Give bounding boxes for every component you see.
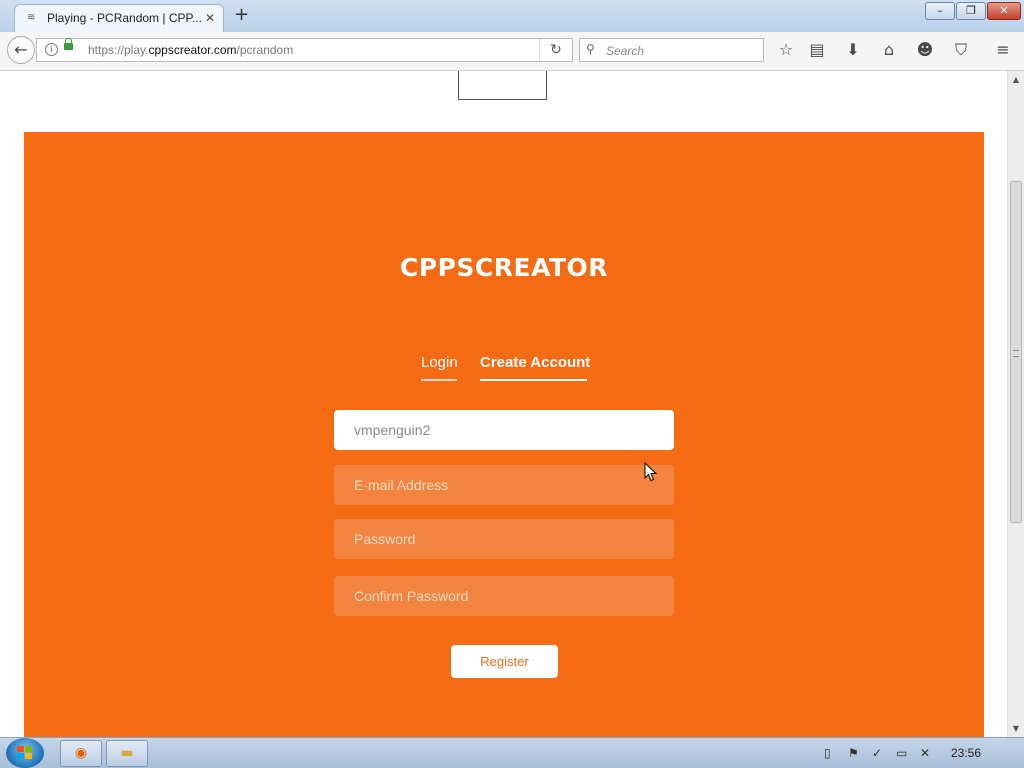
password-field[interactable] — [334, 519, 674, 559]
flag-icon[interactable]: ⚑ — [848, 746, 859, 760]
hamburger-menu-icon[interactable]: ≡ — [993, 40, 1013, 60]
top-placeholder-box — [458, 71, 547, 100]
search-bar[interactable]: ⚲ — [579, 38, 764, 62]
register-button[interactable]: Register — [451, 645, 558, 678]
network-icon[interactable]: ✓ — [872, 746, 882, 760]
minimize-icon: – — [937, 4, 943, 17]
start-button[interactable] — [6, 738, 44, 768]
address-bar[interactable]: i https://play.cppscreator.com/pcrandom … — [36, 38, 573, 62]
volume-muted-icon[interactable]: ✕ — [920, 746, 930, 760]
tab-login[interactable]: Login — [421, 354, 458, 381]
scrollbar-grip-icon — [1013, 350, 1019, 357]
tab-close-icon[interactable]: ✕ — [205, 11, 215, 25]
close-window-button[interactable]: ✕ — [987, 2, 1021, 20]
smiley-icon[interactable]: ☻ — [915, 40, 935, 60]
download-icon[interactable]: ⬇ — [843, 40, 863, 60]
scroll-down-arrow-icon[interactable]: ▼ — [1008, 720, 1024, 737]
brand-title: CPPSCREATOR — [399, 253, 609, 282]
search-input[interactable] — [604, 41, 758, 61]
page-content: CPPSCREATOR Login Create Account Registe… — [0, 71, 1007, 737]
maximize-icon: ❐ — [966, 4, 976, 17]
tab-create-account[interactable]: Create Account — [480, 354, 590, 381]
tab-title: Playing - PCRandom | CPP... — [47, 11, 202, 25]
taskbar-explorer[interactable]: ▬ — [106, 740, 148, 767]
star-icon[interactable]: ☆ — [776, 40, 796, 60]
minimize-button[interactable]: – — [925, 2, 955, 20]
scrollbar-thumb[interactable] — [1010, 181, 1022, 523]
taskbar: ◉ ▬ ▯ ⚑ ✓ ▭ ✕ 23:56 — [0, 737, 1024, 768]
pocket-icon[interactable]: ⛉ — [951, 40, 971, 60]
url-text[interactable]: https://play.cppscreator.com/pcrandom — [88, 43, 293, 57]
close-icon: ✕ — [999, 4, 1009, 17]
new-tab-button[interactable]: + — [234, 5, 249, 25]
url-domain: cppscreator.com — [148, 43, 237, 57]
system-clock[interactable]: 23:56 — [951, 746, 981, 760]
windows-logo-icon — [17, 746, 33, 760]
register-panel: CPPSCREATOR Login Create Account Registe… — [24, 132, 984, 737]
browser-tab[interactable]: ≋ Playing - PCRandom | CPP... ✕ — [14, 4, 224, 32]
email-field[interactable] — [334, 465, 674, 505]
navigation-toolbar: ← i https://play.cppscreator.com/pcrando… — [0, 32, 1024, 71]
tab-strip: ≋ Playing - PCRandom | CPP... ✕ + – ❐ ✕ — [0, 0, 1024, 33]
audio-indicator-icon: ≋ — [27, 12, 36, 23]
url-prefix: https://play. — [88, 43, 149, 57]
username-field[interactable] — [334, 410, 674, 450]
clipboard-icon[interactable]: ▤ — [807, 40, 827, 60]
confirm-password-field[interactable] — [334, 576, 674, 616]
home-icon[interactable]: ⌂ — [879, 40, 899, 60]
back-arrow-icon: ← — [14, 40, 28, 59]
scroll-up-arrow-icon[interactable]: ▲ — [1008, 71, 1024, 88]
mouse-pointer-icon — [644, 462, 658, 482]
monitor-icon[interactable]: ▭ — [896, 746, 907, 760]
search-icon: ⚲ — [586, 42, 595, 56]
lock-icon — [64, 38, 73, 50]
taskbar-firefox[interactable]: ◉ — [60, 740, 102, 767]
url-path: /pcrandom — [236, 43, 294, 57]
vertical-scrollbar[interactable]: ▲ ▼ — [1007, 71, 1024, 737]
folder-icon: ▬ — [120, 745, 134, 761]
reload-icon[interactable]: ↻ — [539, 39, 572, 61]
firefox-icon: ◉ — [74, 745, 88, 761]
info-icon[interactable]: i — [45, 43, 58, 56]
document-icon[interactable]: ▯ — [824, 746, 831, 760]
maximize-button[interactable]: ❐ — [956, 2, 986, 20]
back-button[interactable]: ← — [7, 36, 35, 64]
